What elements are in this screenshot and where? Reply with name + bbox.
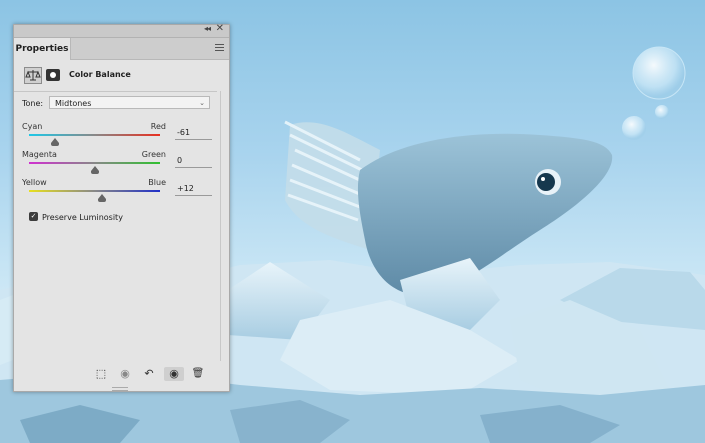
view-previous-icon[interactable]: ◉ <box>116 367 134 381</box>
tab-properties[interactable]: Properties <box>14 38 71 60</box>
bubbles <box>622 46 686 140</box>
visibility-eye-icon[interactable]: ◉ <box>164 367 184 381</box>
color-balance-icon[interactable] <box>24 67 42 84</box>
collapse-panel-icon[interactable]: ◂◂ <box>204 24 211 33</box>
cyan-red-slider-thumb[interactable] <box>50 138 59 146</box>
slider-right-label-red: Red <box>150 122 166 131</box>
magenta-green-slider-track[interactable] <box>29 162 160 164</box>
tone-select-value: Midtones <box>55 99 92 108</box>
yellow-blue-value-field[interactable]: +12 <box>175 184 212 196</box>
properties-panel: ◂◂ ✕ Properties Color Balance Tone: Midt… <box>13 23 230 392</box>
close-panel-icon[interactable]: ✕ <box>216 23 224 34</box>
panel-footer-toolbar: ⬚ ◉ ↶ ◉ 🗑 <box>14 363 217 385</box>
panel-scrollbar[interactable] <box>220 91 227 361</box>
chevron-down-icon: ⌄ <box>199 99 205 107</box>
preserve-luminosity-checkbox[interactable]: ✓ <box>29 212 38 221</box>
magenta-green-slider-thumb[interactable] <box>90 166 99 174</box>
cyan-red-slider-track[interactable] <box>29 134 160 136</box>
layer-mask-icon[interactable] <box>46 69 60 81</box>
slider-left-label-cyan: Cyan <box>22 122 43 131</box>
yellow-blue-slider-track[interactable] <box>29 190 160 192</box>
adjustment-title: Color Balance <box>69 70 131 79</box>
yellow-blue-slider-thumb[interactable] <box>98 194 107 202</box>
panel-menu-icon[interactable] <box>215 44 224 53</box>
cyan-red-value-field[interactable]: -61 <box>175 128 212 140</box>
tone-select[interactable]: Midtones ⌄ <box>49 96 210 109</box>
document-canvas[interactable]: ◂◂ ✕ Properties Color Balance Tone: Midt… <box>0 0 705 443</box>
divider <box>14 91 217 92</box>
slider-left-label-magenta: Magenta <box>22 150 57 159</box>
tone-label: Tone: <box>22 99 44 108</box>
reset-icon[interactable]: ↶ <box>140 367 158 381</box>
panel-titlebar[interactable]: ◂◂ ✕ <box>14 23 229 38</box>
slider-left-label-yellow: Yellow <box>22 178 47 187</box>
trash-icon[interactable]: 🗑 <box>190 367 206 381</box>
panel-tab-row: Properties <box>14 38 229 60</box>
slider-right-label-blue: Blue <box>148 178 166 187</box>
magenta-green-value-field[interactable]: 0 <box>175 156 212 168</box>
panel-resize-grip[interactable] <box>112 387 128 391</box>
clip-to-layer-icon[interactable]: ⬚ <box>92 367 110 381</box>
slider-right-label-green: Green <box>141 150 166 159</box>
preserve-luminosity-label: Preserve Luminosity <box>42 213 123 222</box>
